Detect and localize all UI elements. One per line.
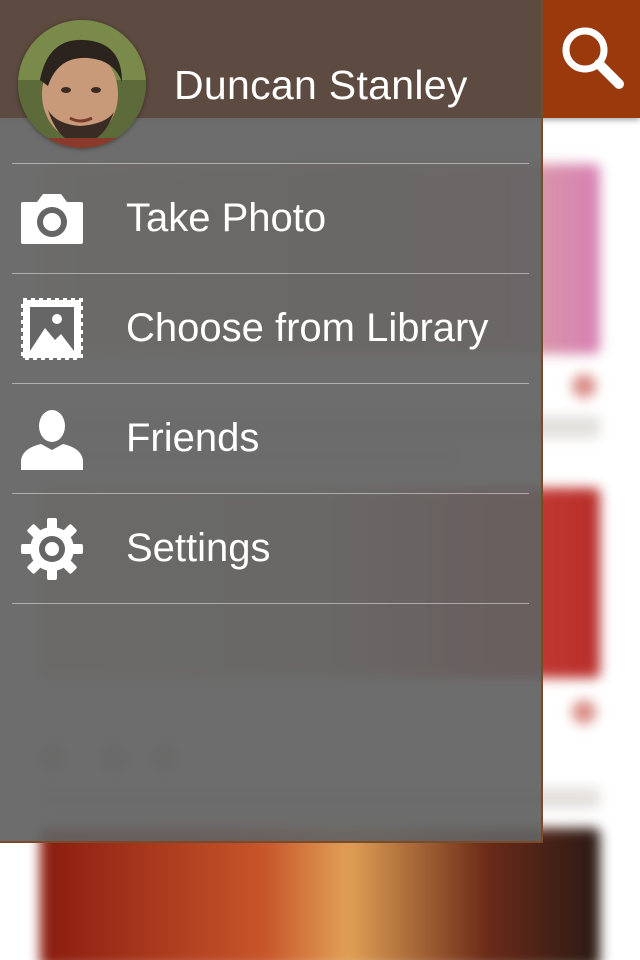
feed-image: [40, 828, 600, 960]
menu-item-choose-from-library[interactable]: Choose from Library: [12, 274, 529, 384]
menu-item-friends[interactable]: Friends: [12, 384, 529, 494]
side-drawer: Duncan Stanley Take Photo Choose from Li…: [0, 0, 543, 843]
person-icon: [19, 408, 85, 470]
photo-library-icon: [19, 298, 85, 360]
menu-item-label: Settings: [126, 526, 271, 570]
search-button[interactable]: [544, 0, 640, 118]
search-icon: [559, 24, 625, 95]
gear-icon: [19, 518, 85, 580]
menu-item-label: Take Photo: [126, 196, 327, 240]
menu-item-label: Friends: [126, 416, 260, 460]
camera-icon: [19, 188, 85, 250]
feed-like-dot: [572, 700, 596, 724]
menu-item-take-photo[interactable]: Take Photo: [12, 164, 529, 274]
drawer-menu: Take Photo Choose from Library Friends S…: [12, 163, 529, 604]
user-name: Duncan Stanley: [174, 62, 468, 108]
avatar[interactable]: [18, 20, 146, 148]
menu-item-label: Choose from Library: [126, 306, 489, 350]
menu-item-settings[interactable]: Settings: [12, 494, 529, 604]
feed-like-dot: [572, 374, 596, 398]
